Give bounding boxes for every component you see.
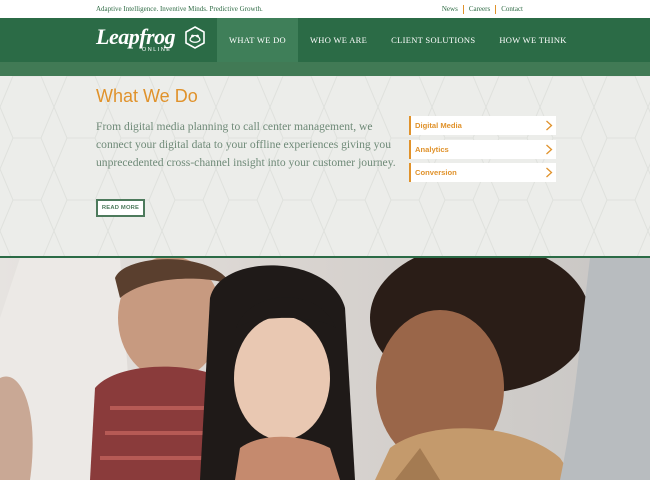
hero-section: What We Do From digital media planning t… [0, 76, 650, 256]
chevron-right-icon [546, 167, 553, 178]
intro-paragraph: From digital media planning to call cent… [96, 120, 396, 169]
team-photo [0, 258, 650, 480]
frog-hex-icon [185, 26, 205, 49]
read-more-button[interactable]: READ MORE [96, 199, 145, 217]
logo[interactable]: Leapfrog ONLINE [96, 24, 208, 56]
chevron-right-icon [546, 144, 553, 154]
nav-how-we-think[interactable]: HOW WE THINK [487, 18, 578, 62]
utility-link-careers[interactable]: Careers [462, 5, 495, 14]
utility-link-contact[interactable]: Contact [495, 5, 528, 14]
nav-what-we-do[interactable]: WHAT WE DO [217, 18, 298, 62]
service-link-analytics[interactable]: Analytics [409, 139, 556, 159]
nav-sub-strip [0, 62, 650, 76]
service-link-label: Analytics [415, 144, 449, 154]
team-photo-illustration [0, 258, 650, 480]
utility-link-news[interactable]: News [437, 5, 463, 14]
service-link-label: Conversion [415, 168, 457, 177]
logo-subtitle: ONLINE [142, 47, 172, 53]
nav-client-solutions[interactable]: CLIENT SOLUTIONS [379, 18, 487, 62]
nav-who-we-are[interactable]: WHO WE ARE [298, 18, 379, 62]
service-link-digital-media[interactable]: Digital Media [409, 116, 556, 135]
page-title: What We Do [96, 86, 198, 106]
service-link-label: Digital Media [415, 121, 462, 130]
utility-bar: Adaptive Intelligence. Inventive Minds. … [0, 0, 650, 18]
utility-links: News Careers Contact [437, 5, 528, 14]
chevron-right-icon [546, 120, 553, 131]
service-link-conversion[interactable]: Conversion [409, 163, 556, 182]
tagline: Adaptive Intelligence. Inventive Minds. … [96, 5, 263, 13]
service-links: Digital Media Analytics Conversion [409, 116, 556, 187]
primary-nav: WHAT WE DO WHO WE ARE CLIENT SOLUTIONS H… [217, 18, 579, 62]
main-nav-bar: Leapfrog ONLINE WHAT WE DO WHO WE ARE CL… [0, 18, 650, 62]
